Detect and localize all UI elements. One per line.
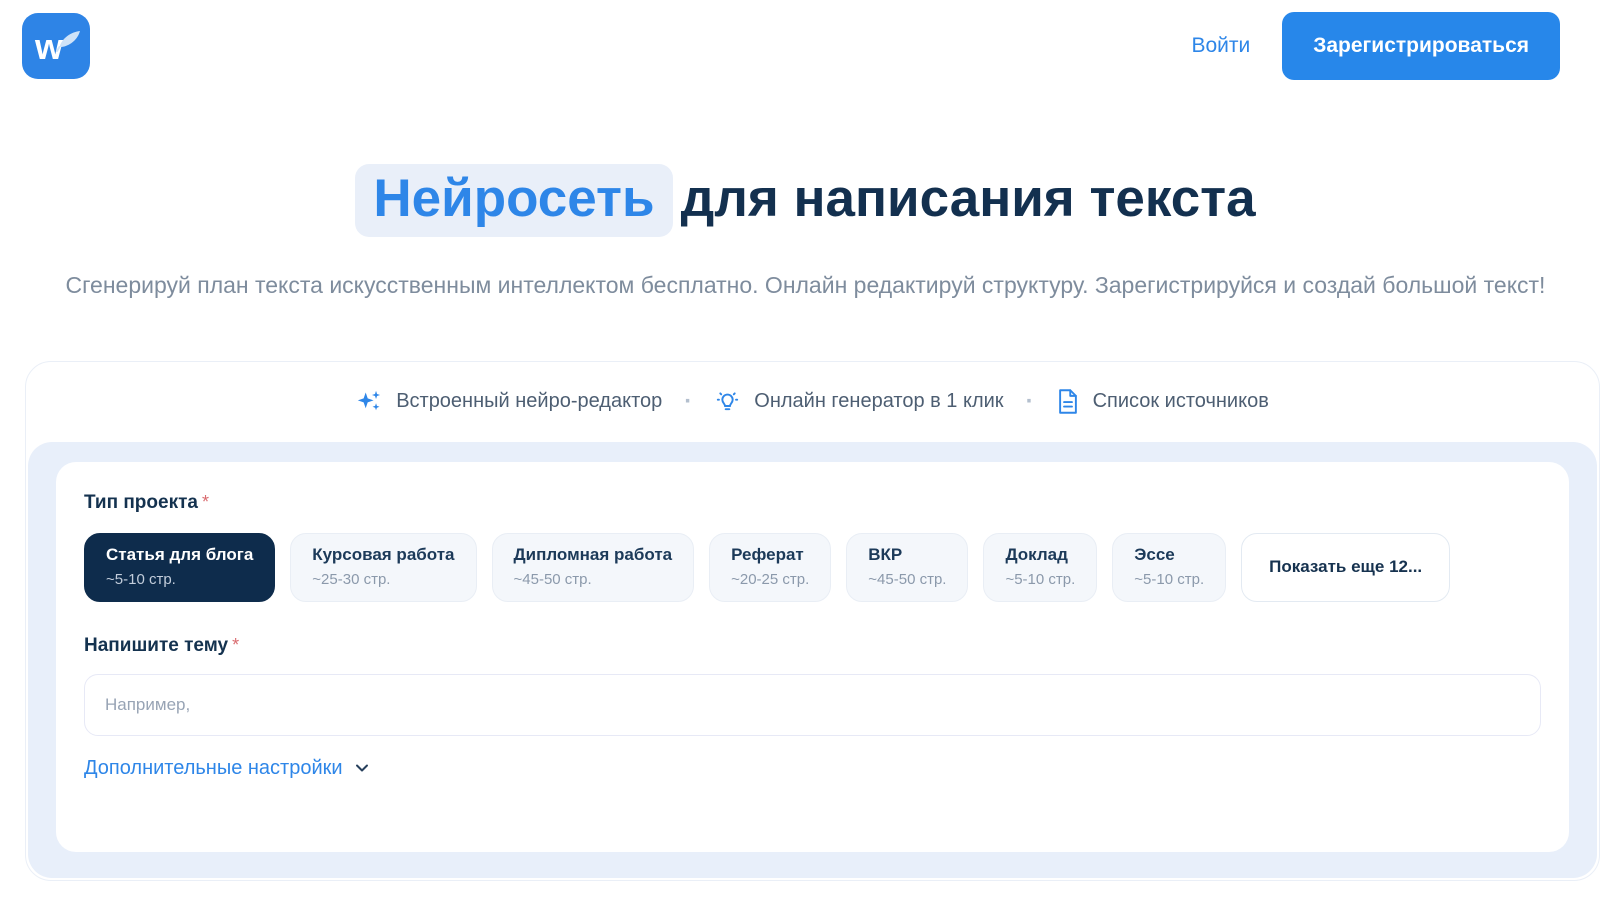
form-background-panel: Тип проекта* Статья для блога~5-10 стр.К… bbox=[28, 442, 1597, 878]
feature-label: Онлайн генератор в 1 клик bbox=[754, 390, 1003, 413]
project-type-chip[interactable]: Эссе ~5-10 стр. bbox=[1112, 533, 1226, 602]
login-button[interactable]: Войти bbox=[1191, 34, 1250, 58]
extra-settings-toggle[interactable]: Дополнительные настройки bbox=[84, 757, 372, 780]
project-type-chip[interactable]: Курсовая работа ~25-30 стр. bbox=[290, 533, 476, 602]
project-type-block: Тип проекта* Статья для блога ~5-10 стр. К… bbox=[84, 492, 1541, 602]
page-title: Нейросетьдля написания текста bbox=[0, 164, 1611, 237]
header-nav: Войти Зарегистрироваться bbox=[1191, 12, 1560, 80]
feature-row: Встроенный нейро-редактор · Онлайн генер… bbox=[26, 362, 1599, 442]
chip-title: Курсовая работа bbox=[312, 545, 454, 565]
chip-title: ВКР bbox=[868, 545, 946, 565]
top-bar: w Войти Зарегистрироваться bbox=[0, 0, 1611, 92]
chip-title: Доклад bbox=[1005, 545, 1075, 565]
project-type-chip[interactable]: ВКР ~45-50 стр. bbox=[846, 533, 968, 602]
chip-pages: ~5-10 стр. bbox=[1005, 571, 1075, 588]
sparkles-icon bbox=[356, 388, 383, 415]
project-type-list: Статья для блога ~5-10 стр. Курсовая работ… bbox=[84, 533, 1541, 602]
page-subtitle: Сгенерируй план текста искусственным инт… bbox=[41, 267, 1571, 304]
chip-title: Эссе bbox=[1134, 545, 1204, 565]
topic-block: Напишите тему* bbox=[84, 635, 1541, 736]
topic-label: Напишите тему bbox=[84, 635, 228, 656]
project-type-chip[interactable]: Статья для блога ~5-10 стр. bbox=[84, 533, 275, 602]
lightbulb-icon bbox=[714, 388, 741, 415]
chip-title: Реферат bbox=[731, 545, 809, 565]
form-panel: Тип проекта* Статья для блога~5-10 стр.К… bbox=[56, 462, 1569, 852]
topic-input[interactable] bbox=[84, 674, 1541, 736]
project-type-chip[interactable]: Доклад ~5-10 стр. bbox=[983, 533, 1097, 602]
chip-pages: ~45-50 стр. bbox=[514, 571, 673, 588]
generator-card: Встроенный нейро-редактор · Онлайн генер… bbox=[25, 361, 1600, 881]
feature-online-generator: Онлайн генератор в 1 клик bbox=[714, 388, 1003, 415]
chip-pages: ~25-30 стр. bbox=[312, 571, 454, 588]
logo[interactable]: w bbox=[22, 13, 90, 79]
chip-title: Статья для блога bbox=[106, 545, 253, 565]
page-title-rest: для написания текста bbox=[681, 169, 1256, 228]
feather-icon bbox=[50, 29, 82, 57]
dot-separator: · bbox=[684, 388, 692, 416]
project-type-chip[interactable]: Реферат ~20-25 стр. bbox=[709, 533, 831, 602]
chevron-down-icon bbox=[352, 758, 372, 778]
chip-pages: ~5-10 стр. bbox=[106, 571, 253, 588]
feature-source-list: Список источников bbox=[1056, 388, 1269, 415]
register-button[interactable]: Зарегистрироваться bbox=[1282, 12, 1560, 80]
dot-separator: · bbox=[1026, 388, 1034, 416]
chip-pages: ~45-50 стр. bbox=[868, 571, 946, 588]
hero-section: Нейросетьдля написания текста Сгенерируй… bbox=[0, 164, 1611, 304]
project-type-label: Тип проекта bbox=[84, 492, 198, 513]
chip-title: Дипломная работа bbox=[514, 545, 673, 565]
chip-pages: ~20-25 стр. bbox=[731, 571, 809, 588]
extra-settings-label: Дополнительные настройки bbox=[84, 757, 343, 780]
show-more-button[interactable]: Показать еще 12... bbox=[1241, 533, 1450, 602]
required-asterisk: * bbox=[232, 635, 239, 655]
page-title-highlight: Нейросеть bbox=[355, 164, 672, 237]
project-type-chip[interactable]: Дипломная работа ~45-50 стр. bbox=[492, 533, 695, 602]
required-asterisk: * bbox=[202, 492, 209, 512]
document-icon bbox=[1056, 388, 1080, 415]
chip-pages: ~5-10 стр. bbox=[1134, 571, 1204, 588]
feature-label: Список источников bbox=[1093, 390, 1269, 413]
feature-neuro-editor: Встроенный нейро-редактор bbox=[356, 388, 662, 415]
feature-label: Встроенный нейро-редактор bbox=[396, 390, 662, 413]
